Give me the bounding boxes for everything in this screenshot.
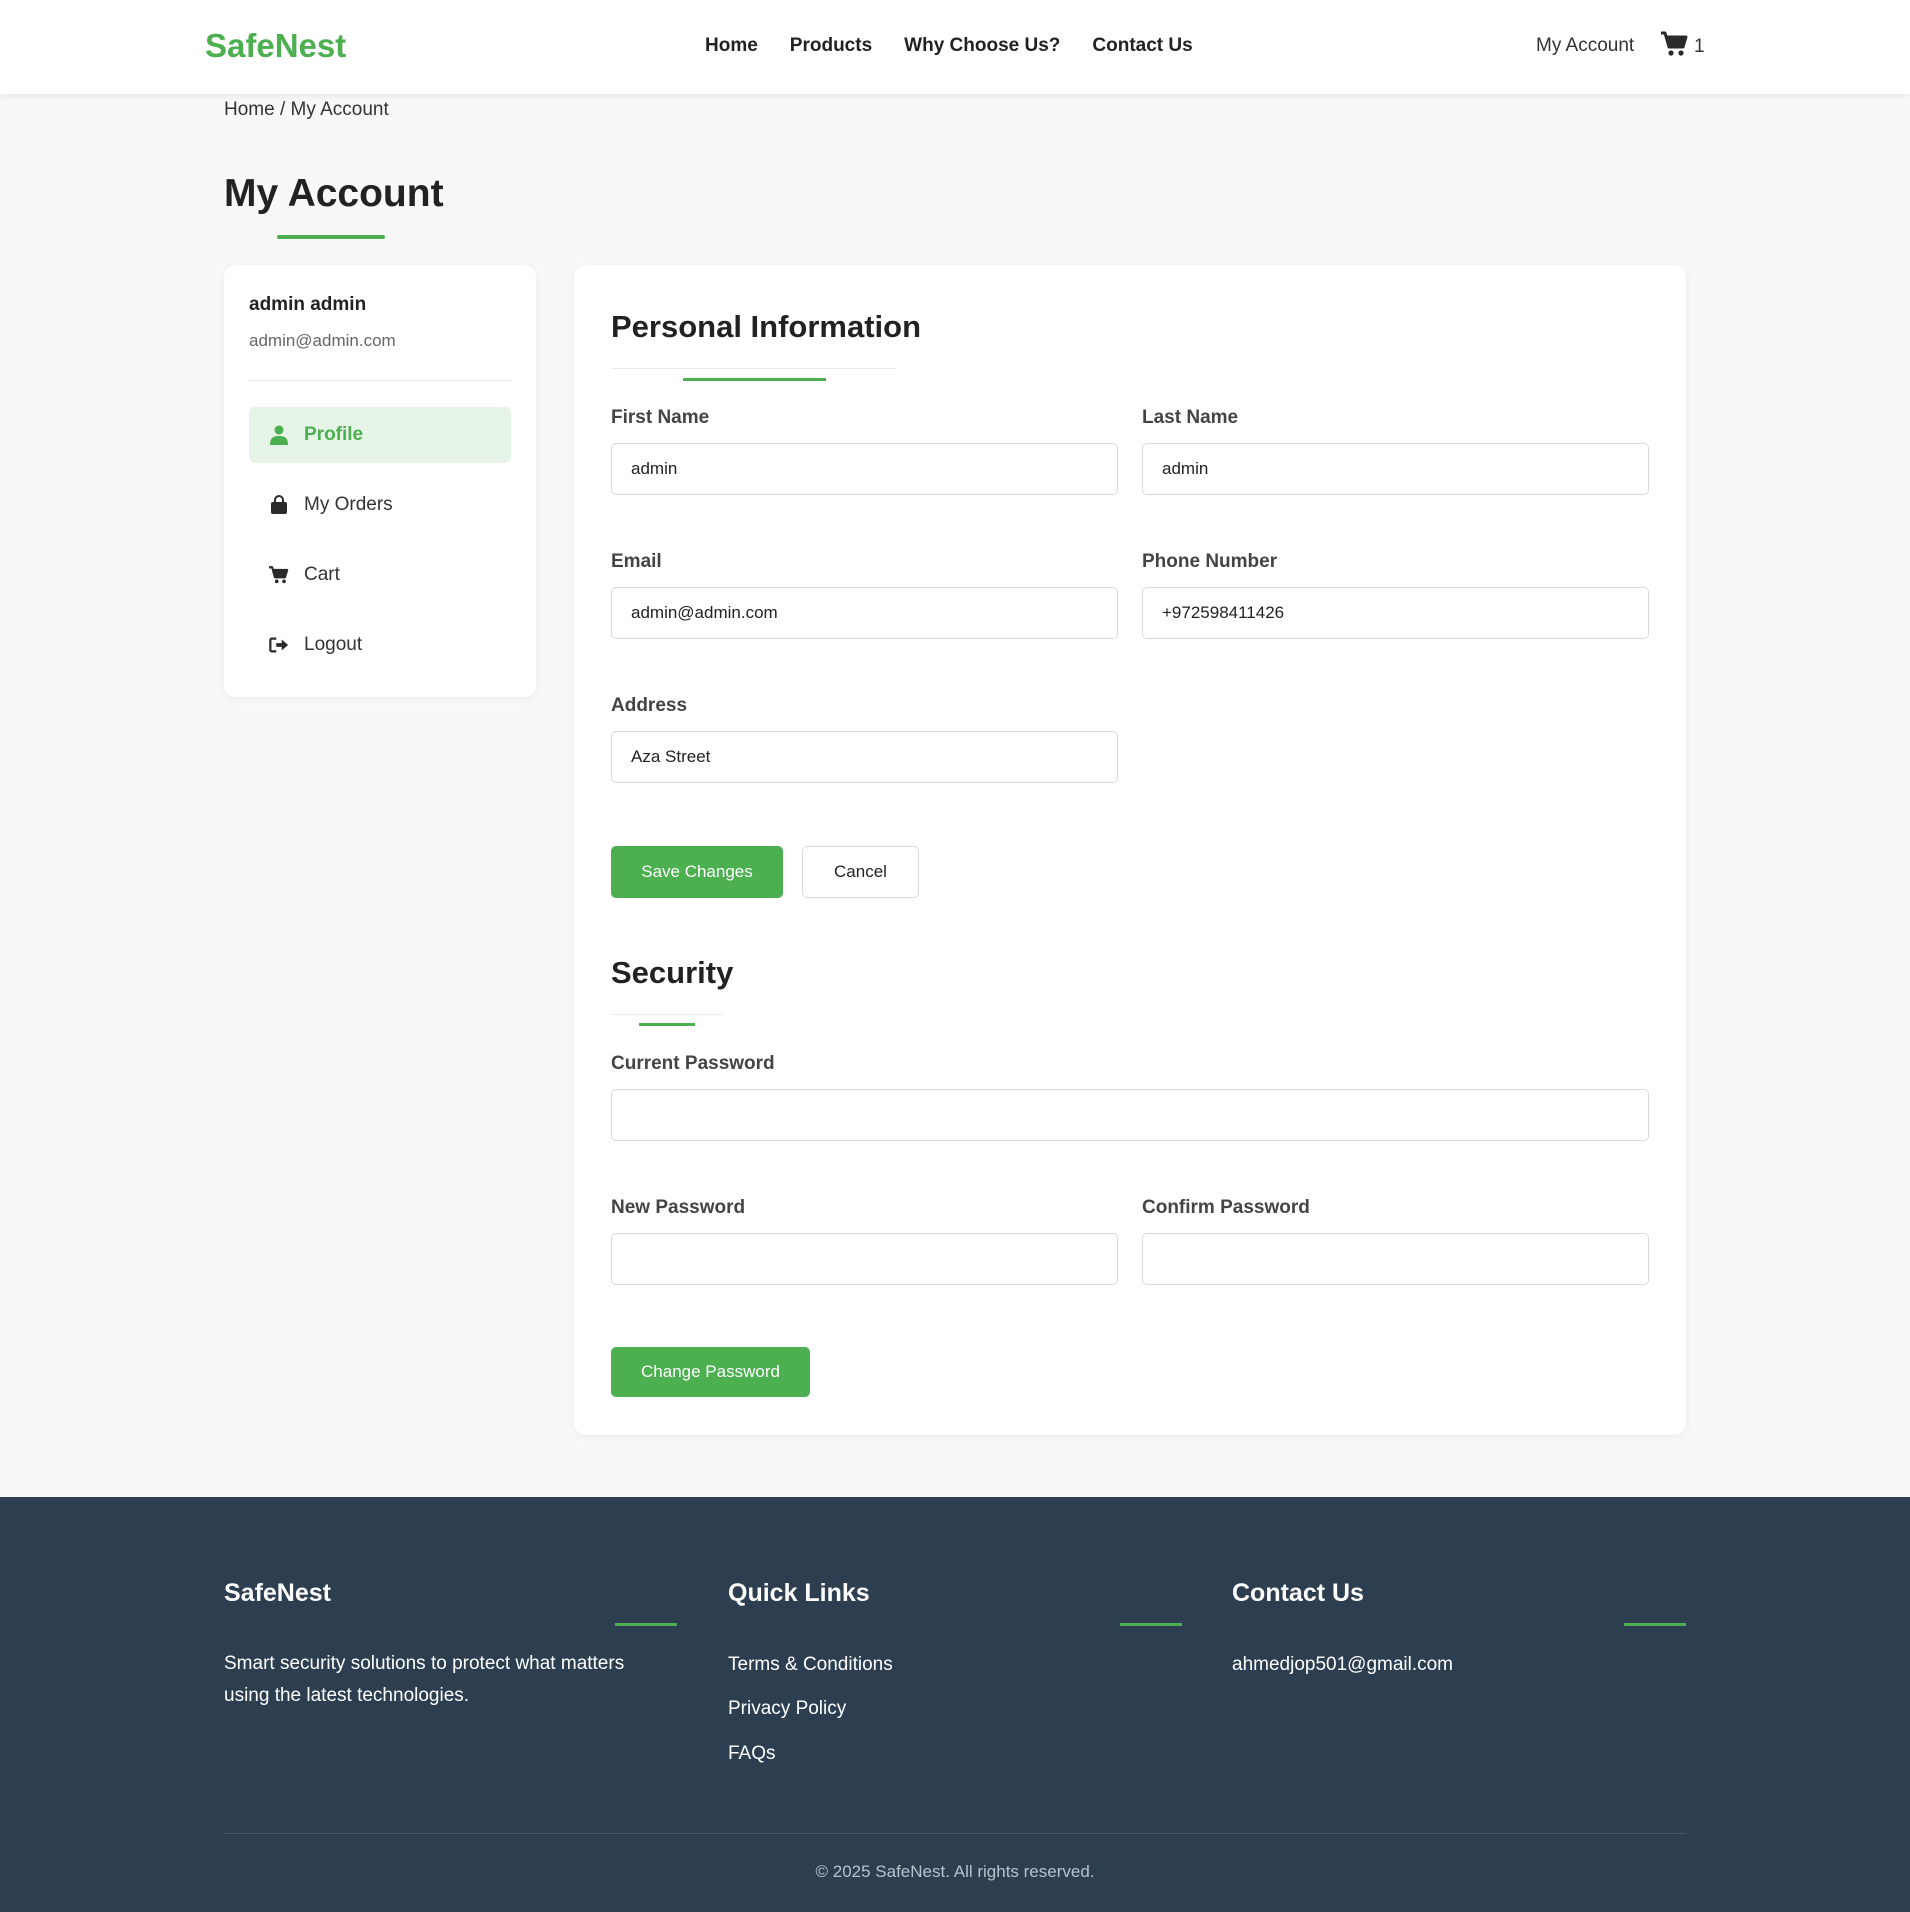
new-password-input[interactable] (611, 1233, 1118, 1285)
security-underline (639, 1023, 695, 1026)
first-name-label: First Name (611, 407, 710, 428)
new-password-label: New Password (611, 1197, 746, 1218)
confirm-password-input[interactable] (1142, 1233, 1649, 1285)
sidebar-divider (249, 380, 511, 381)
breadcrumb-home[interactable]: Home (224, 99, 275, 120)
account-main-card: Personal Information First Name Last Nam… (574, 265, 1686, 1435)
phone-label: Phone Number (1142, 551, 1278, 572)
account-sidebar: admin admin admin@admin.com Profile My O… (224, 265, 536, 697)
logout-icon (269, 635, 289, 655)
change-password-button[interactable]: Change Password (611, 1347, 810, 1397)
user-email: admin@admin.com (249, 331, 396, 350)
personal-info-underline (683, 378, 826, 381)
phone-input[interactable] (1142, 587, 1649, 639)
footer-brand-text-line2: using the latest technologies. (224, 1685, 470, 1706)
page-title: My Account (224, 172, 444, 215)
header-cart-button[interactable]: 1 (1660, 31, 1705, 62)
personal-info-title: Personal Information (611, 309, 922, 344)
sidebar-item-cart[interactable]: Cart (249, 547, 511, 603)
sidebar-item-label: My Orders (304, 494, 393, 515)
cancel-button[interactable]: Cancel (802, 846, 919, 898)
user-icon (269, 425, 289, 445)
address-label: Address (611, 695, 688, 716)
footer-contact-underline (1624, 1623, 1686, 1626)
shopping-bag-icon (269, 495, 289, 515)
security-title: Security (611, 955, 734, 990)
breadcrumb-current: My Account (290, 99, 389, 120)
last-name-label: Last Name (1142, 407, 1239, 428)
sidebar-item-logout[interactable]: Logout (249, 617, 511, 673)
sidebar-item-label: Logout (304, 634, 363, 655)
main-nav: Home Products Why Choose Us? Contact Us (705, 35, 1193, 57)
footer-brand-text-line1: Smart security solutions to protect what… (224, 1653, 625, 1674)
last-name-input[interactable] (1142, 443, 1649, 495)
current-password-label: Current Password (611, 1053, 775, 1074)
site-logo[interactable]: SafeNest (205, 27, 346, 65)
nav-contact-us[interactable]: Contact Us (1092, 35, 1192, 57)
site-footer: SafeNest Smart security solutions to pro… (0, 1497, 1910, 1912)
footer-contact-email[interactable]: ahmedjop501@gmail.com (1232, 1654, 1453, 1676)
nav-home[interactable]: Home (705, 35, 758, 57)
personal-info-divider (611, 368, 896, 369)
current-password-input[interactable] (611, 1089, 1649, 1141)
sidebar-item-my-orders[interactable]: My Orders (249, 477, 511, 533)
footer-link-faqs[interactable]: FAQs (728, 1743, 776, 1765)
user-name: admin admin (249, 294, 367, 315)
title-underline (277, 235, 385, 239)
footer-links-title: Quick Links (728, 1579, 870, 1607)
save-changes-button[interactable]: Save Changes (611, 846, 783, 898)
cart-icon (269, 565, 289, 585)
account-menu: Profile My Orders Cart Logout (249, 407, 511, 687)
nav-products[interactable]: Products (790, 35, 872, 57)
breadcrumb: Home / My Account (224, 99, 389, 121)
nav-why-choose-us[interactable]: Why Choose Us? (904, 35, 1060, 57)
footer-contact-title: Contact Us (1232, 1579, 1364, 1607)
footer-link-terms[interactable]: Terms & Conditions (728, 1654, 893, 1676)
breadcrumb-separator: / (279, 99, 286, 120)
sidebar-item-profile[interactable]: Profile (249, 407, 511, 463)
address-input[interactable] (611, 731, 1118, 783)
first-name-input[interactable] (611, 443, 1118, 495)
footer-link-privacy[interactable]: Privacy Policy (728, 1698, 846, 1720)
sidebar-item-label: Profile (304, 424, 364, 445)
sidebar-item-label: Cart (304, 564, 340, 585)
confirm-password-label: Confirm Password (1142, 1197, 1310, 1218)
footer-brand-underline (615, 1623, 677, 1626)
footer-divider (224, 1833, 1686, 1834)
email-label: Email (611, 551, 662, 572)
footer-brand-title: SafeNest (224, 1579, 331, 1607)
my-account-link[interactable]: My Account (1536, 35, 1634, 57)
cart-icon (1660, 31, 1688, 62)
site-header: SafeNest Home Products Why Choose Us? Co… (0, 0, 1910, 94)
email-input[interactable] (611, 587, 1118, 639)
copyright-text: © 2025 SafeNest. All rights reserved. (815, 1862, 1095, 1881)
security-divider (611, 1014, 723, 1015)
footer-links-underline (1120, 1623, 1182, 1626)
cart-count-badge: 1 (1694, 35, 1705, 57)
